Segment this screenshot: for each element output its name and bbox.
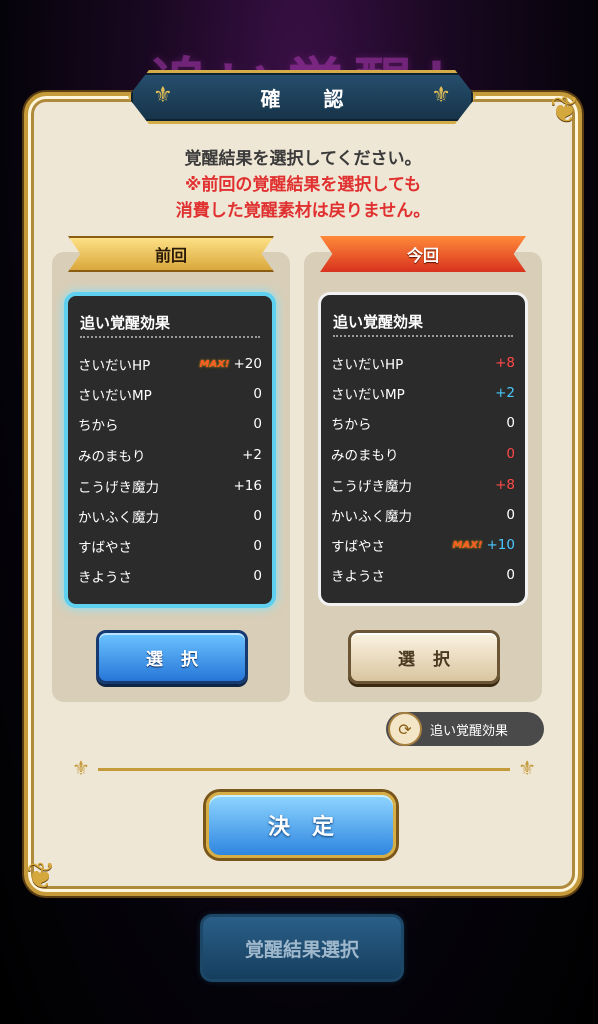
- fleur-icon: ⚜: [72, 756, 90, 780]
- stat-name: すばやさ: [331, 539, 385, 555]
- stat-row: こうげき魔力 +16: [78, 474, 262, 498]
- fleur-icon: ⚜: [518, 756, 536, 780]
- stat-value: 0: [253, 386, 262, 402]
- stat-value: +8: [495, 355, 515, 371]
- stat-name: こうげき魔力: [331, 479, 412, 495]
- stat-value: +2: [242, 447, 262, 463]
- divider: [333, 335, 513, 337]
- stat-value: 0: [253, 508, 262, 524]
- dialog-title: 確 認: [260, 87, 362, 111]
- stat-name: みのまもり: [78, 449, 146, 465]
- stat-name: さいだいMP: [331, 387, 405, 403]
- stat-row: すばやさ 0: [78, 534, 262, 558]
- stat-row: みのまもり +2: [78, 443, 262, 467]
- stat-name: きようさ: [78, 570, 132, 586]
- current-stats-card[interactable]: 追い覚醒効果 さいだいHP +8 さいだいMP +2 ちから 0 みのまもり 0…: [318, 292, 528, 606]
- stat-value: +16: [233, 478, 263, 494]
- stat-row: ちから 0: [78, 412, 262, 436]
- stat-row: かいふく魔力 0: [78, 504, 262, 528]
- stat-row: かいふく魔力 0: [331, 503, 515, 527]
- swap-icon: ⟳: [388, 712, 422, 746]
- stat-row: さいだいMP +2: [331, 381, 515, 405]
- stat-row: さいだいHP +8: [331, 351, 515, 375]
- fleur-icon: ⚜: [431, 83, 451, 108]
- stat-value: 0: [506, 446, 515, 462]
- stats-title: 追い覚醒効果: [80, 314, 171, 332]
- ornamental-divider: ⚜ ⚜: [72, 756, 536, 780]
- stat-name: ちから: [78, 418, 119, 434]
- previous-label-ribbon: 前回: [68, 236, 274, 272]
- divider-line: [98, 768, 510, 771]
- previous-label: 前回: [154, 246, 187, 265]
- instruction-text: 覚醒結果を選択してください。: [184, 149, 422, 169]
- warning-text-line2: 消費した覚醒素材は戻りません。: [175, 201, 431, 221]
- stat-row: さいだいHP MAX! +20: [78, 352, 262, 376]
- stat-name: さいだいHP: [331, 357, 404, 373]
- warning-text-line1: ※前回の覚醒結果を選択しても: [184, 175, 422, 195]
- stats-title: 追い覚醒効果: [333, 313, 424, 331]
- stat-name: かいふく魔力: [331, 509, 412, 525]
- stat-name: かいふく魔力: [78, 510, 159, 526]
- awakening-result-select-button[interactable]: 覚醒結果選択: [200, 914, 404, 982]
- stat-value: +8: [495, 477, 515, 493]
- stat-value: 0: [506, 507, 515, 523]
- stat-value: 0: [506, 415, 515, 431]
- previous-result-panel[interactable]: 前回 追い覚醒効果 さいだいHP MAX! +20 さいだいMP 0 ちから 0…: [52, 236, 290, 702]
- stat-row: すばやさ MAX! +10: [331, 533, 515, 557]
- stat-value: 0: [253, 568, 262, 584]
- current-label-ribbon: 今回: [320, 236, 526, 272]
- ornament-icon: ❦: [549, 90, 581, 131]
- stat-name: みのまもり: [331, 448, 399, 464]
- stat-name: さいだいMP: [78, 388, 152, 404]
- stat-name: こうげき魔力: [78, 480, 159, 496]
- stat-name: さいだいHP: [78, 358, 151, 374]
- stat-value: +2: [495, 385, 515, 401]
- stat-value: +10: [486, 537, 516, 553]
- select-previous-button[interactable]: 選択: [96, 630, 248, 684]
- stat-value: 0: [506, 567, 515, 583]
- previous-stats-card[interactable]: 追い覚醒効果 さいだいHP MAX! +20 さいだいMP 0 ちから 0 みの…: [64, 292, 276, 608]
- current-label: 今回: [406, 246, 439, 265]
- stat-row: さいだいMP 0: [78, 382, 262, 406]
- max-badge: MAX!: [452, 539, 483, 551]
- awakening-effect-toggle[interactable]: ⟳ 追い覚醒効果: [386, 712, 544, 746]
- divider: [80, 336, 260, 338]
- stat-row: ちから 0: [331, 411, 515, 435]
- max-badge: MAX!: [199, 358, 230, 370]
- stat-value: +20: [233, 356, 263, 372]
- dialog-title-banner: ⚜ 確 認 ⚜: [128, 70, 476, 124]
- stat-row: こうげき魔力 +8: [331, 473, 515, 497]
- confirm-dialog: ❦ ❦ 覚醒結果を選択してください。 ※前回の覚醒結果を選択しても 消費した覚醒…: [24, 90, 582, 897]
- stat-row: みのまもり 0: [331, 442, 515, 466]
- select-current-button[interactable]: 選択: [348, 630, 500, 684]
- stat-value: 0: [253, 538, 262, 554]
- stat-name: ちから: [331, 417, 372, 433]
- stat-row: きようさ 0: [331, 563, 515, 587]
- stat-row: きようさ 0: [78, 564, 262, 588]
- confirm-button[interactable]: 決定: [206, 792, 396, 858]
- stat-value: 0: [253, 416, 262, 432]
- current-result-panel[interactable]: 今回 追い覚醒効果 さいだいHP +8 さいだいMP +2 ちから 0 みのまも…: [304, 236, 542, 702]
- stat-name: きようさ: [331, 569, 385, 585]
- toggle-label: 追い覚醒効果: [430, 723, 509, 739]
- ornament-icon: ❦: [25, 856, 57, 897]
- stat-name: すばやさ: [78, 540, 132, 556]
